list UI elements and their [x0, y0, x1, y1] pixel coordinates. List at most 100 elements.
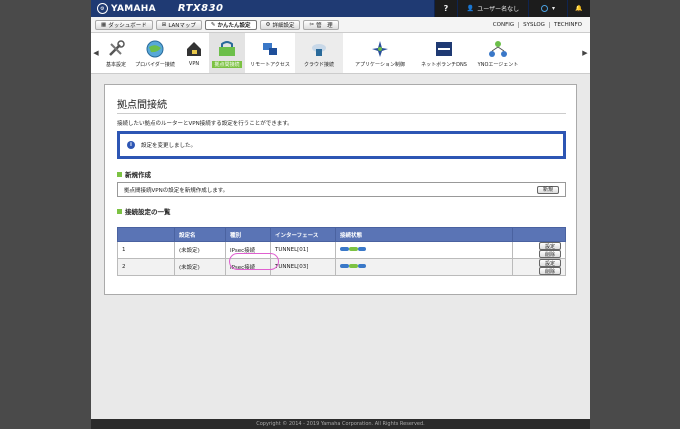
- row-number: 2: [117, 258, 175, 276]
- nav-label: かんたん設定: [217, 22, 251, 29]
- menu-label: YNOエージェント: [477, 61, 519, 68]
- table-header-row: 設定名 種別 インターフェース 接続状態: [117, 227, 566, 242]
- dashboard-icon: ▦: [101, 21, 107, 28]
- menu-cloud-connection[interactable]: クラウド接続: [295, 33, 343, 73]
- globe-icon: [146, 40, 164, 57]
- row-name: (未設定): [174, 241, 226, 259]
- col-name: 設定名: [174, 227, 226, 242]
- new-connection-text: 拠点間接続VPNの設定を新規作成します。: [124, 187, 229, 194]
- footer-copyright: Copyright © 2014 - 2019 Yamaha Corporati…: [91, 419, 590, 429]
- delete-button[interactable]: 削除: [538, 267, 561, 275]
- bell-icon[interactable]: 🔔: [567, 0, 590, 17]
- cloud-icon: [312, 43, 326, 56]
- scroll-left-icon[interactable]: ◀: [91, 49, 101, 57]
- syslog-link[interactable]: SYSLOG: [518, 21, 549, 28]
- site-connection-icon: [219, 40, 235, 56]
- row-actions: 設定削除: [512, 258, 566, 276]
- application-control-icon: [372, 40, 388, 57]
- section-new: 新規作成: [117, 169, 151, 179]
- menu-application-control[interactable]: アプリケーション制御: [343, 33, 417, 73]
- title-divider: [117, 113, 566, 114]
- new-button[interactable]: 新規: [536, 185, 559, 194]
- nav-lanmap-button[interactable]: ⊞ LANマップ: [155, 19, 202, 30]
- connection-status-icon: [340, 264, 366, 268]
- menu-vpn[interactable]: VPN: [179, 33, 209, 73]
- col-actions: [512, 227, 566, 242]
- menu-netvolante-dns[interactable]: ネットボランチDNS: [417, 33, 471, 73]
- scroll-right-icon[interactable]: ▶: [580, 49, 590, 57]
- main-nav: ▦ ダッシュボード ⊞ LANマップ ✎ かんたん設定 ⚙ 詳細設定 ✂ 管 理 CONF…: [91, 17, 590, 33]
- info-icon: i: [127, 141, 135, 149]
- logo-text: YAMAHA: [111, 3, 156, 14]
- menu-label: クラウド接続: [303, 61, 334, 68]
- nav-easy-setup-button[interactable]: ✎ かんたん設定: [204, 19, 257, 30]
- row-name: (未設定): [174, 258, 226, 276]
- notice-text: 設定を変更しました。: [141, 143, 197, 149]
- nav-dashboard-button[interactable]: ▦ ダッシュボード: [95, 19, 153, 30]
- menu-site-to-site[interactable]: 拠点間接続: [209, 33, 245, 73]
- edit-button[interactable]: 設定: [538, 259, 561, 267]
- notice-box: i 設定を変更しました。: [117, 131, 566, 159]
- vpn-house-icon: [187, 42, 201, 56]
- yamaha-logo: ⚙ YAMAHA: [97, 3, 156, 14]
- config-link[interactable]: CONFIG: [489, 22, 518, 28]
- techinfo-link[interactable]: TECHINFO: [548, 21, 586, 28]
- col-number: [117, 227, 175, 242]
- yamaha-tuning-fork-icon: ⚙: [97, 3, 108, 14]
- row-status: [335, 241, 513, 259]
- nav-advanced-button[interactable]: ⚙ 詳細設定: [259, 19, 301, 30]
- row-interface: TUNNEL[03]: [270, 258, 336, 276]
- wrench-icon: [109, 39, 125, 56]
- power-status-icon: [540, 5, 548, 12]
- connection-status-icon: [340, 247, 366, 251]
- top-bar: ⚙ YAMAHA RTX830 ? 👤 ユーザー名なし ▾ 🔔: [91, 0, 590, 17]
- nav-label: ダッシュボード: [108, 22, 147, 29]
- nav-label: 詳細設定: [272, 22, 295, 29]
- menu-label: 基本設定: [105, 61, 126, 68]
- menu-provider-connection[interactable]: プロバイダー接続: [131, 33, 179, 73]
- section-title: 接続設定の一覧: [125, 208, 171, 216]
- menu-yno-agent[interactable]: YNOエージェント: [471, 33, 525, 73]
- easy-setup-icon: ✎: [210, 21, 216, 28]
- menu-label: リモートアクセス: [250, 61, 290, 68]
- model-name: RTX830: [177, 3, 224, 14]
- new-connection-box: 拠点間接続VPNの設定を新規作成します。 新規: [117, 182, 566, 197]
- chevron-down-icon: ▾: [551, 5, 555, 12]
- status-highlight-annotation: [229, 253, 279, 270]
- table-row: 2 (未設定) IPsec接続 TUNNEL[03] 設定削除: [117, 258, 566, 276]
- menu-label: プロバイダー接続: [135, 61, 175, 68]
- row-status: [335, 258, 513, 276]
- status-menu[interactable]: ▾: [528, 0, 567, 17]
- dns-icon: [436, 41, 452, 56]
- row-actions: 設定削除: [512, 241, 566, 259]
- user-icon: 👤: [466, 5, 475, 12]
- content-panel: 拠点間接続 接続したい拠点のルーターとVPN接続する設定を行うことができます。 …: [104, 84, 577, 295]
- section-marker-icon: [117, 208, 122, 214]
- menu-remote-access[interactable]: リモートアクセス: [245, 33, 295, 73]
- page-title: 拠点間接続: [117, 100, 167, 111]
- tools-icon: ✂: [309, 21, 315, 28]
- menu-label: VPN: [188, 61, 200, 67]
- lanmap-icon: ⊞: [161, 21, 167, 28]
- menu-label: アプリケーション制御: [355, 61, 405, 68]
- table-row: 1 (未設定) IPsec接続 TUNNEL[01] 設定削除: [117, 241, 566, 259]
- edit-button[interactable]: 設定: [538, 242, 561, 250]
- section-marker-icon: [117, 171, 122, 177]
- section-title: 新規作成: [125, 171, 151, 179]
- menu-basic-settings[interactable]: 基本設定: [101, 33, 131, 73]
- nav-label: 管 理: [316, 22, 333, 29]
- section-list: 接続設定の一覧: [117, 206, 171, 216]
- user-menu[interactable]: 👤 ユーザー名なし: [457, 0, 528, 17]
- col-type: 種別: [225, 227, 271, 242]
- router-web-console: ⚙ YAMAHA RTX830 ? 👤 ユーザー名なし ▾ 🔔 ▦ ダッシュボード…: [91, 0, 590, 429]
- col-status: 接続状態: [335, 227, 513, 242]
- row-interface: TUNNEL[01]: [270, 241, 336, 259]
- help-button[interactable]: ?: [434, 0, 457, 17]
- nav-management-button[interactable]: ✂ 管 理: [303, 19, 339, 30]
- delete-button[interactable]: 削除: [538, 250, 561, 258]
- network-agent-icon: [489, 40, 507, 57]
- easy-setup-menu: ◀ 基本設定 プロバイダー接続 VPN 拠点間接続 リモートアクセス クラウド接…: [91, 33, 590, 74]
- menu-label: 拠点間接続: [212, 60, 242, 68]
- gear-icon: ⚙: [265, 21, 271, 28]
- col-interface: インターフェース: [270, 227, 336, 242]
